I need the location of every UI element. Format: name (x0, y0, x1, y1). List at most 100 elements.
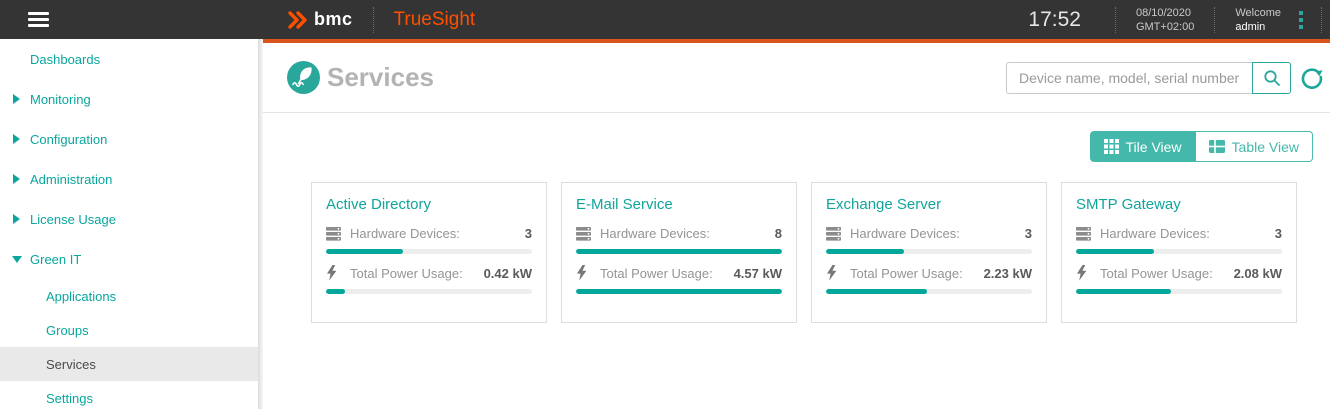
grid-icon (1103, 139, 1119, 154)
hardware-count: 3 (524, 226, 532, 241)
service-tile-active-directory[interactable]: Active Directory Hardware Devices: 3 Tot… (311, 182, 547, 323)
tile-view-label: Tile View (1125, 138, 1182, 155)
header-divider (1214, 6, 1216, 33)
lightning-bolt-icon (1076, 265, 1093, 281)
hardware-label: Hardware Devices: (850, 226, 960, 241)
power-metric: Total Power Usage: 2.08 kW (1076, 265, 1282, 281)
page-title: Services (327, 62, 434, 92)
hardware-label: Hardware Devices: (350, 226, 460, 241)
hardware-progress (1076, 249, 1282, 254)
clock: 17:52 (1028, 7, 1081, 31)
hamburger-menu-icon[interactable] (28, 12, 49, 27)
server-stack-icon (1076, 226, 1093, 241)
refresh-icon (1301, 67, 1323, 89)
power-label: Total Power Usage: (1100, 265, 1213, 281)
bmc-logo-icon (288, 10, 307, 29)
search-input[interactable] (1006, 61, 1252, 94)
hardware-metric: Hardware Devices: 3 (326, 226, 532, 241)
service-tile-smtp-gateway[interactable]: SMTP Gateway Hardware Devices: 3 Total P… (1061, 182, 1297, 323)
sidebar-item-applications[interactable]: Applications (0, 279, 262, 313)
sidebar-item-license-usage[interactable]: License Usage (0, 199, 262, 239)
main-content: Services Device name, model, serial numb… (263, 43, 1330, 409)
tile-view-button[interactable]: Tile View (1089, 131, 1196, 162)
hardware-count: 8 (774, 226, 782, 241)
sidebar-item-services[interactable]: Services (0, 347, 258, 381)
sidebar-item-label: Services (46, 356, 96, 372)
view-toolbar: Tile View Table View (263, 113, 1330, 162)
service-name: Exchange Server (826, 196, 942, 213)
search-icon (1263, 69, 1280, 86)
kebab-menu-icon[interactable] (1299, 10, 1303, 29)
sidebar-nav: Dashboards Monitoring Configuration Admi… (0, 39, 262, 409)
view-toggle: Tile View Table View (1089, 131, 1313, 162)
sidebar-item-groups[interactable]: Groups (0, 313, 262, 347)
power-progress (1076, 289, 1282, 294)
hardware-label: Hardware Devices: (1100, 226, 1210, 241)
page-header: Services (263, 43, 1330, 113)
bmc-brand-text: bmc (314, 9, 353, 29)
hardware-progress (826, 249, 1032, 254)
date-timezone: 08/10/2020 GMT+02:00 (1136, 6, 1194, 34)
hardware-metric: Hardware Devices: 3 (1076, 226, 1282, 241)
sidebar-item-label: Green IT (30, 251, 82, 267)
header-divider (372, 6, 374, 33)
sidebar-item-label: Monitoring (30, 91, 91, 107)
username: admin (1235, 20, 1266, 33)
hardware-progress (326, 249, 532, 254)
server-stack-icon (826, 226, 843, 241)
table-icon (1208, 140, 1225, 153)
header-divider (1114, 6, 1116, 33)
sidebar-item-dashboards[interactable]: Dashboards (0, 39, 262, 79)
power-progress (826, 289, 1032, 294)
sidebar-item-administration[interactable]: Administration (0, 159, 262, 199)
power-value: 4.57 kW (733, 265, 782, 281)
refresh-button[interactable] (1298, 64, 1326, 92)
sidebar-item-configuration[interactable]: Configuration (0, 119, 262, 159)
date: 08/10/2020 (1135, 6, 1192, 19)
hardware-metric: Hardware Devices: 3 (826, 226, 1032, 241)
welcome-label: Welcome (1235, 6, 1281, 19)
sidebar-item-label: Administration (30, 171, 113, 187)
service-name: Active Directory (326, 196, 432, 213)
service-tile-email-service[interactable]: E-Mail Service Hardware Devices: 8 Total… (561, 182, 797, 323)
sidebar-item-label: Applications (46, 288, 117, 304)
power-value: 2.08 kW (1233, 265, 1282, 281)
service-tile-exchange-server[interactable]: Exchange Server Hardware Devices: 3 Tota… (811, 182, 1047, 323)
lightning-bolt-icon (576, 265, 593, 281)
truesight-app: bmc TrueSight 17:52 08/10/2020 GMT+02:00… (0, 0, 1330, 409)
sidebar-item-settings[interactable]: Settings (0, 381, 262, 409)
hardware-metric: Hardware Devices: 8 (576, 226, 782, 241)
sidebar-item-green-it[interactable]: Green IT (0, 239, 262, 279)
chevron-right-icon (13, 94, 20, 104)
sidebar-item-label: Settings (46, 390, 93, 406)
power-label: Total Power Usage: (350, 265, 463, 281)
power-metric: Total Power Usage: 0.42 kW (326, 265, 532, 281)
sidebar-item-label: Configuration (30, 131, 108, 147)
header-divider (1321, 6, 1322, 33)
power-progress (576, 289, 782, 294)
power-label: Total Power Usage: (850, 265, 963, 281)
power-progress (326, 289, 532, 294)
sidebar-item-label: License Usage (30, 211, 116, 227)
server-stack-icon (326, 226, 343, 241)
sidebar-item-monitoring[interactable]: Monitoring (0, 79, 262, 119)
header-right-zone: 17:52 08/10/2020 GMT+02:00 Welcome admin (1028, 0, 1322, 39)
service-name: E-Mail Service (576, 196, 673, 213)
table-view-button[interactable]: Table View (1195, 131, 1313, 162)
chevron-right-icon (13, 134, 20, 144)
server-stack-icon (576, 226, 593, 241)
brand-zone: bmc TrueSight (286, 0, 475, 39)
hardware-count: 3 (1274, 226, 1282, 241)
search-button[interactable] (1252, 61, 1291, 94)
service-tiles: Active Directory Hardware Devices: 3 Tot… (263, 162, 1330, 323)
power-value: 0.42 kW (483, 265, 532, 281)
green-it-leaf-icon (287, 61, 320, 94)
power-label: Total Power Usage: (600, 265, 713, 281)
hardware-count: 3 (1024, 226, 1032, 241)
power-metric: Total Power Usage: 4.57 kW (576, 265, 782, 281)
lightning-bolt-icon (326, 265, 343, 281)
chevron-down-icon (12, 255, 22, 263)
hardware-label: Hardware Devices: (600, 226, 710, 241)
user-block: Welcome admin (1235, 6, 1281, 34)
service-name: SMTP Gateway (1076, 196, 1181, 213)
